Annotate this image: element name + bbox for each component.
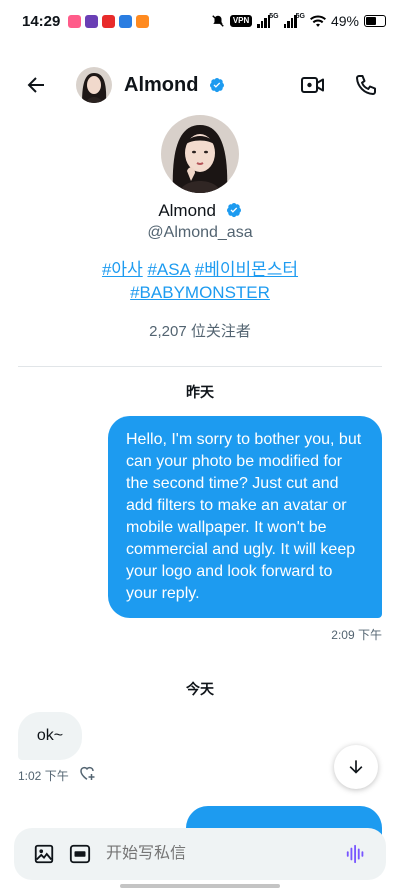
verified-badge-icon [210,77,224,92]
incoming-message-time: 1:02 下午 [18,769,69,783]
hashtag-link[interactable]: #아사 [102,260,143,279]
app-icon-orange [136,14,150,28]
cellular-signal-icon-2 [283,14,297,28]
status-bar: 14:29 VPN 5G 5G 49% [0,0,400,42]
vpn-badge: VPN [229,15,253,27]
arrow-left-icon [27,77,44,93]
image-icon [34,844,54,864]
day-separator-today: 今天 [186,681,214,697]
status-indicators: VPN 5G 5G 49% [211,13,386,29]
back-button[interactable] [22,71,50,99]
voice-message-button[interactable] [344,842,368,866]
verified-badge-icon [226,203,241,218]
gif-icon [69,844,91,864]
network-type-2: 5G [295,12,305,20]
hashtag-link[interactable]: #BABYMONSTER [130,283,270,302]
app-icon-blue [119,14,133,28]
profile-handle: @Almond_asa [147,224,253,241]
profile-divider [18,366,382,367]
profile-avatar-image [161,115,239,193]
battery-icon [364,15,386,27]
message-input[interactable] [106,845,344,863]
header-avatar[interactable] [76,67,112,103]
profile-name: Almond [0,201,400,221]
phone-call-icon[interactable] [354,73,378,97]
gif-button[interactable] [68,842,92,866]
avatar-image [76,67,112,103]
message-composer [14,828,386,880]
header-name-text: Almond [124,73,199,96]
mute-icon [212,15,224,27]
status-time: 14:29 [22,12,61,30]
header-actions [300,73,378,97]
follower-count: 2,207 位关注者 [149,323,251,340]
header-username[interactable]: Almond [124,74,225,97]
hashtag-link[interactable]: #베이비몬스터 [195,260,298,279]
outgoing-message-bubble[interactable]: Hello, I'm sorry to bother you, but can … [108,416,382,618]
battery-percent: 49% [330,13,359,29]
notification-app-icons [68,14,150,28]
profile-hashtags: #아사 #ASA #베이비몬스터 #BABYMONSTER [0,258,400,304]
day-separator-yesterday: 昨天 [186,384,214,400]
image-attach-button[interactable] [32,842,56,866]
profile-name-text: Almond [158,201,216,220]
wifi-icon [309,14,326,27]
voice-waveform-icon [346,844,364,864]
video-call-icon[interactable] [300,74,326,96]
incoming-message-bubble[interactable]: ok~ [18,712,82,760]
network-type-1: 5G [269,12,279,20]
outgoing-message-time: 2:09 下午 [331,628,382,642]
cellular-signal-icon [257,14,271,28]
arrow-down-icon [349,760,363,774]
profile-summary: Almond @Almond_asa #아사 #ASA #베이비몬스터 #BAB… [0,115,400,341]
conversation-header: Almond [0,60,400,110]
scroll-to-bottom-button[interactable] [334,745,378,789]
hashtag-link[interactable]: #ASA [147,260,190,279]
profile-avatar[interactable] [161,115,239,193]
home-indicator[interactable] [120,884,280,888]
app-icon-purple [85,14,99,28]
app-icon-pink [68,14,82,28]
react-heart-icon[interactable] [78,764,96,781]
app-icon-red [102,14,116,28]
